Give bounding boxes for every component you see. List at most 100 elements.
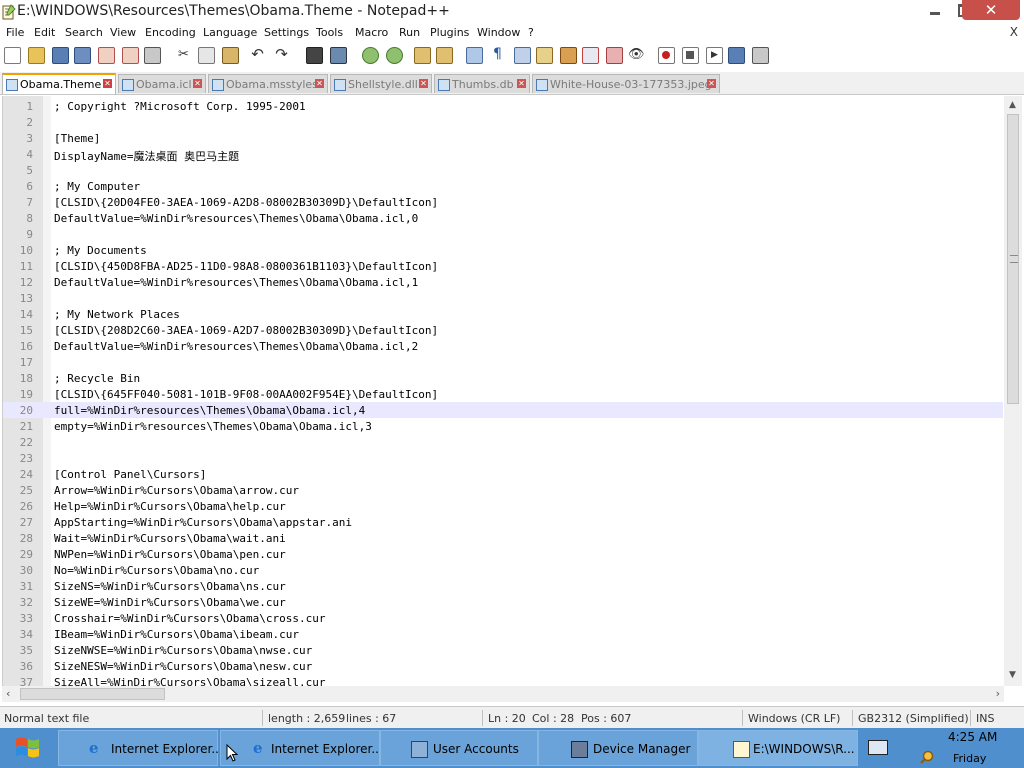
tab-close-icon[interactable]: ✕ [517,79,526,88]
horizontal-scrollbar[interactable]: ‹ › [2,686,1004,702]
run-macro-multiple-icon[interactable] [728,47,745,64]
menu-macro[interactable]: Macro [355,26,388,39]
editor-line[interactable]: 9 [3,226,1003,242]
editor-line[interactable]: 34 IBeam=%WinDir%Cursors\Obama\ibeam.cur [3,626,1003,642]
tab-obama-theme[interactable]: Obama.Theme ✕ [2,73,116,94]
stop-recording-icon[interactable] [682,47,699,64]
editor-line[interactable]: 14 ; My Network Places [3,306,1003,322]
menu-plugins[interactable]: Plugins [430,26,469,39]
record-macro-icon[interactable] [658,47,675,64]
menu-encoding[interactable]: Encoding [145,26,196,39]
editor-line[interactable]: 11 [CLSID\{450D8FBA-AD25-11D0-98A8-080036… [3,258,1003,274]
editor-line[interactable]: 2 [3,114,1003,130]
replace-icon[interactable] [330,47,347,64]
menu-view[interactable]: View [110,26,136,39]
save-macro-icon[interactable] [752,47,769,64]
word-wrap-icon[interactable] [466,47,483,64]
sync-vertical-icon[interactable] [414,47,431,64]
editor-line[interactable]: 19 [CLSID\{645FF040-5081-101B-9F08-00AA00… [3,386,1003,402]
menu-run[interactable]: Run [399,26,420,39]
minimize-button[interactable] [922,0,948,20]
tab-close-icon[interactable]: ✕ [315,79,324,88]
editor-line[interactable]: 13 [3,290,1003,306]
search-icon[interactable] [920,750,934,764]
editor-line[interactable]: 5 [3,162,1003,178]
open-file-icon[interactable] [28,47,45,64]
scroll-up-icon[interactable]: ▲ [1009,100,1016,110]
close-file-icon[interactable] [98,47,115,64]
menu-help[interactable]: ? [528,26,534,39]
editor-line[interactable]: 21 empty=%WinDir%resources\Themes\Obama\O… [3,418,1003,434]
editor-line[interactable]: 22 [3,434,1003,450]
menu-window[interactable]: Window [477,26,520,39]
editor-line[interactable]: 8 DefaultValue=%WinDir%resources\Themes\O… [3,210,1003,226]
close-document-button[interactable]: X [1010,25,1018,39]
editor-line[interactable]: 17 [3,354,1003,370]
editor-line[interactable]: 1 ; Copyright ?Microsoft Corp. 1995-2001 [3,98,1003,114]
zoom-in-icon[interactable] [362,47,379,64]
editor-line[interactable]: 10 ; My Documents [3,242,1003,258]
editor-line[interactable]: 31 SizeNS=%WinDir%Cursors\Obama\ns.cur [3,578,1003,594]
taskbar-item-internet-explorer-2[interactable]: e Internet Explorer... [220,730,383,766]
taskbar-item-device-manager[interactable]: Device Manager [538,730,698,766]
tab-obama-msstyles[interactable]: Obama.msstyles ✕ [208,74,328,93]
folder-workspace-icon[interactable] [606,47,623,64]
taskbar-item-internet-explorer-1[interactable]: e Internet Explorer... [58,730,223,766]
redo-icon[interactable]: ↷ [274,47,289,62]
editor-line[interactable]: 35 SizeNWSE=%WinDir%Cursors\Obama\nwse.cu… [3,642,1003,658]
taskbar-item-notepad-plus-plus[interactable]: E:\WINDOWS\R... [698,730,858,766]
editor-line[interactable]: 16 DefaultValue=%WinDir%resources\Themes\… [3,338,1003,354]
tab-thumbs-db[interactable]: Thumbs.db ✕ [434,74,530,93]
editor-line[interactable]: 6 ; My Computer [3,178,1003,194]
tab-close-icon[interactable]: ✕ [419,79,428,88]
close-button[interactable]: ✕ [962,0,1020,20]
vertical-scrollbar[interactable]: ▲ ▼ [1004,96,1022,686]
editor-line[interactable]: 26 Help=%WinDir%Cursors\Obama\help.cur [3,498,1003,514]
function-list-icon[interactable] [582,47,599,64]
editor-line[interactable]: 27 AppStarting=%WinDir%Cursors\Obama\apps… [3,514,1003,530]
find-icon[interactable] [306,47,323,64]
scroll-right-icon[interactable]: › [996,687,1000,700]
copy-icon[interactable] [198,47,215,64]
save-all-icon[interactable] [74,47,91,64]
editor-line[interactable]: 15 [CLSID\{208D2C60-3AEA-1069-A2D7-08002B… [3,322,1003,338]
editor-line[interactable]: 29 NWPen=%WinDir%Cursors\Obama\pen.cur [3,546,1003,562]
editor-line[interactable]: 33 Crosshair=%WinDir%Cursors\Obama\cross.… [3,610,1003,626]
tab-obama-icl[interactable]: Obama.icl ✕ [118,74,206,93]
editor-line[interactable]: 3 [Theme] [3,130,1003,146]
sync-horizontal-icon[interactable] [436,47,453,64]
new-file-icon[interactable] [4,47,21,64]
zoom-out-icon[interactable] [386,47,403,64]
clock-time[interactable]: 4:25 AM [948,730,997,744]
editor-line[interactable]: 23 [3,450,1003,466]
vertical-scroll-thumb[interactable] [1007,114,1019,404]
scroll-left-icon[interactable]: ‹ [6,687,10,700]
playback-macro-icon[interactable]: ▶ [706,47,723,64]
tab-shellstyle-dll[interactable]: Shellstyle.dll ✕ [330,74,432,93]
start-button[interactable] [4,730,52,766]
undo-icon[interactable]: ↶ [250,47,265,62]
paste-icon[interactable] [222,47,239,64]
taskbar-item-user-accounts[interactable]: User Accounts [380,730,538,766]
editor-line[interactable]: 18 ; Recycle Bin [3,370,1003,386]
editor-line[interactable]: 7 [CLSID\{20D04FE0-3AEA-1069-A2D8-08002B3… [3,194,1003,210]
editor-line[interactable]: 28 Wait=%WinDir%Cursors\Obama\wait.ani [3,530,1003,546]
tab-close-icon[interactable]: ✕ [103,79,112,88]
close-all-icon[interactable] [122,47,139,64]
scroll-down-icon[interactable]: ▼ [1009,670,1016,680]
editor-line[interactable]: 4 DisplayName=魔法桌面 奥巴马主题 [3,146,1003,163]
editor-line[interactable]: 20 full=%WinDir%resources\Themes\Obama\Ob… [3,402,1003,418]
horizontal-scroll-thumb[interactable] [20,688,165,700]
menu-language[interactable]: Language [203,26,257,39]
tab-close-icon[interactable]: ✕ [707,79,716,88]
monitoring-icon[interactable]: 👁 [628,47,645,62]
tab-close-icon[interactable]: ✕ [193,79,202,88]
user-defined-language-icon[interactable] [536,47,553,64]
menu-settings[interactable]: Settings [264,26,309,39]
tab-white-house-jpeg[interactable]: White-House-03-177353.jpeg ✕ [532,74,720,93]
menu-file[interactable]: File [6,26,24,39]
editor-line[interactable]: 36 SizeNESW=%WinDir%Cursors\Obama\nesw.cu… [3,658,1003,674]
indent-guide-icon[interactable] [514,47,531,64]
menu-tools[interactable]: Tools [316,26,343,39]
editor-line[interactable]: 30 No=%WinDir%Cursors\Obama\no.cur [3,562,1003,578]
